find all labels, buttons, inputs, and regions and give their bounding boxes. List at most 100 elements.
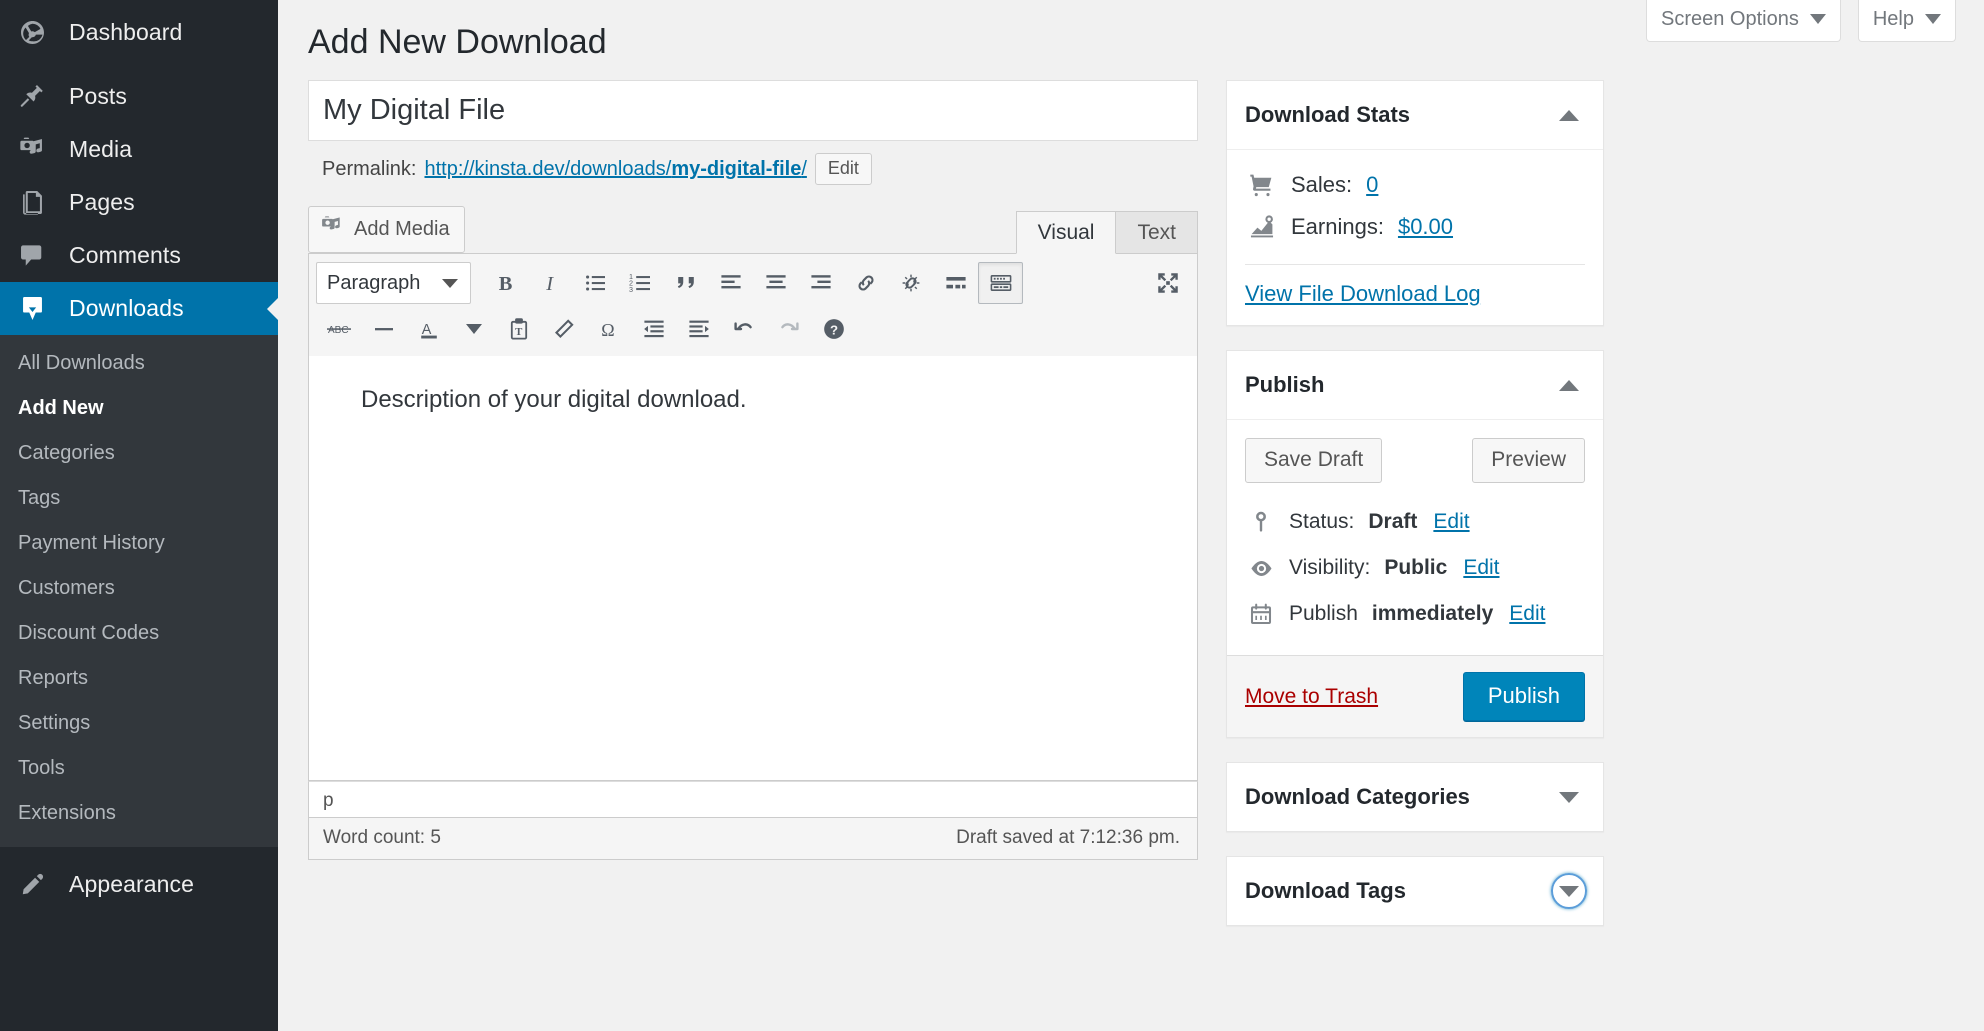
- permalink-link[interactable]: http://kinsta.dev/downloads/my-digital-f…: [424, 158, 806, 181]
- sidebar-item-appearance[interactable]: Appearance: [0, 858, 278, 911]
- earnings-value-link[interactable]: $0.00: [1398, 214, 1453, 240]
- numbered-list-icon[interactable]: 123: [618, 262, 663, 304]
- submenu-item-payment-history[interactable]: Payment History: [0, 521, 278, 566]
- download-stats-metabox: Download Stats Sales: 0: [1226, 80, 1604, 326]
- add-media-button[interactable]: Add Media: [308, 206, 465, 253]
- sidebar-item-dashboard[interactable]: Dashboard: [0, 6, 278, 59]
- align-right-icon[interactable]: [798, 262, 843, 304]
- increase-indent-icon[interactable]: [676, 308, 721, 350]
- chevron-up-icon: [1559, 110, 1579, 121]
- permalink-label: Permalink:: [322, 158, 416, 181]
- primary-column: Permalink: http://kinsta.dev/downloads/m…: [308, 80, 1198, 860]
- format-select[interactable]: Paragraph: [316, 262, 471, 304]
- bulleted-list-icon[interactable]: [573, 262, 618, 304]
- download-categories-header[interactable]: Download Categories: [1227, 763, 1603, 831]
- view-file-download-log-link[interactable]: View File Download Log: [1245, 281, 1481, 307]
- svg-text:ABC: ABC: [328, 325, 349, 336]
- permalink-suffix: /: [801, 158, 807, 180]
- publish-button[interactable]: Publish: [1463, 672, 1585, 721]
- edit-status-link[interactable]: Edit: [1433, 510, 1469, 534]
- bold-icon[interactable]: B: [483, 262, 528, 304]
- submenu-item-tools[interactable]: Tools: [0, 746, 278, 791]
- submenu-item-settings[interactable]: Settings: [0, 701, 278, 746]
- chevron-down-icon: [466, 324, 482, 334]
- edit-schedule-link[interactable]: Edit: [1509, 602, 1545, 626]
- redo-icon[interactable]: [766, 308, 811, 350]
- svg-text:B: B: [498, 273, 512, 295]
- download-tags-header[interactable]: Download Tags: [1227, 857, 1603, 925]
- paste-as-text-icon[interactable]: T: [496, 308, 541, 350]
- screen-meta-links: Screen Options Help: [1646, 0, 1956, 42]
- screen-options-button[interactable]: Screen Options: [1646, 0, 1841, 42]
- align-left-icon[interactable]: [708, 262, 753, 304]
- submenu-item-reports[interactable]: Reports: [0, 656, 278, 701]
- preview-button[interactable]: Preview: [1472, 438, 1585, 483]
- editor-media-row: Add Media Visual Text: [308, 206, 1198, 253]
- save-status: Draft saved at 7:12:36 pm.: [956, 827, 1180, 849]
- toolbar-toggle-icon[interactable]: [978, 262, 1023, 304]
- move-to-trash-link[interactable]: Move to Trash: [1245, 685, 1378, 709]
- editor-mode-tabs: Visual Text: [1016, 211, 1198, 254]
- text-color-icon[interactable]: A: [406, 308, 451, 350]
- submenu-item-tags[interactable]: Tags: [0, 476, 278, 521]
- downloads-submenu: All Downloads Add New Categories Tags Pa…: [0, 335, 278, 847]
- pages-icon: [18, 188, 47, 217]
- sales-value-link[interactable]: 0: [1366, 172, 1378, 198]
- permalink-prefix: http://kinsta.dev/downloads/: [424, 158, 671, 180]
- distraction-free-icon[interactable]: [1145, 262, 1190, 304]
- read-more-icon[interactable]: [933, 262, 978, 304]
- comments-icon: [18, 241, 47, 270]
- sidebar-item-pages[interactable]: Pages: [0, 176, 278, 229]
- tab-text[interactable]: Text: [1116, 211, 1198, 254]
- sidebar-top-menu: Dashboard Posts Media Pages: [0, 0, 278, 911]
- publish-header[interactable]: Publish: [1227, 351, 1603, 420]
- decrease-indent-icon[interactable]: [631, 308, 676, 350]
- align-center-icon[interactable]: [753, 262, 798, 304]
- italic-icon[interactable]: I: [528, 262, 573, 304]
- editor-path-element[interactable]: p: [323, 790, 334, 811]
- strikethrough-icon[interactable]: ABC: [316, 308, 361, 350]
- special-character-icon[interactable]: Ω: [586, 308, 631, 350]
- edit-permalink-button[interactable]: Edit: [815, 153, 872, 185]
- help-button[interactable]: Help: [1858, 0, 1956, 42]
- sidebar-bottom-menu: Appearance: [0, 847, 278, 911]
- download-stats-header[interactable]: Download Stats: [1227, 81, 1603, 150]
- visibility-label: Visibility:: [1289, 556, 1370, 580]
- undo-icon[interactable]: [721, 308, 766, 350]
- collapse-toggle-icon[interactable]: [1551, 873, 1587, 909]
- submenu-item-customers[interactable]: Customers: [0, 566, 278, 611]
- clear-formatting-icon[interactable]: [541, 308, 586, 350]
- schedule-label: Publish: [1289, 602, 1358, 626]
- sidebar-item-media[interactable]: Media: [0, 123, 278, 176]
- tab-visual[interactable]: Visual: [1016, 211, 1117, 254]
- collapse-toggle-icon[interactable]: [1551, 367, 1587, 403]
- text-color-dropdown-icon[interactable]: [451, 308, 496, 350]
- horizontal-rule-icon[interactable]: [361, 308, 406, 350]
- remove-link-icon[interactable]: [888, 262, 933, 304]
- insert-link-icon[interactable]: [843, 262, 888, 304]
- sales-label: Sales:: [1291, 172, 1352, 198]
- blockquote-icon[interactable]: [663, 262, 708, 304]
- editor-toolbar: Paragraph B I 123: [308, 253, 1198, 356]
- post-title-input[interactable]: [309, 81, 1197, 140]
- submenu-item-discount-codes[interactable]: Discount Codes: [0, 611, 278, 656]
- submenu-item-add-new[interactable]: Add New: [0, 386, 278, 431]
- submenu-item-categories[interactable]: Categories: [0, 431, 278, 476]
- sidebar-item-downloads[interactable]: Downloads: [0, 282, 278, 335]
- save-draft-button[interactable]: Save Draft: [1245, 438, 1382, 483]
- keyboard-shortcuts-icon[interactable]: ?: [811, 308, 856, 350]
- title-field-wrapper: [308, 80, 1198, 141]
- sidebar-item-comments[interactable]: Comments: [0, 229, 278, 282]
- submenu-item-extensions[interactable]: Extensions: [0, 791, 278, 836]
- chevron-down-icon: [1925, 14, 1941, 24]
- collapse-toggle-icon[interactable]: [1551, 779, 1587, 815]
- sidebar-item-posts[interactable]: Posts: [0, 70, 278, 123]
- sidebar-item-label: Media: [69, 136, 132, 163]
- svg-text:A: A: [421, 322, 431, 338]
- main-content: Screen Options Help Add New Download Per…: [278, 0, 1984, 1031]
- submenu-item-all-downloads[interactable]: All Downloads: [0, 341, 278, 386]
- edit-visibility-link[interactable]: Edit: [1463, 556, 1499, 580]
- collapse-toggle-icon[interactable]: [1551, 97, 1587, 133]
- add-media-label: Add Media: [354, 218, 450, 241]
- editor-content-area[interactable]: Description of your digital download.: [308, 356, 1198, 781]
